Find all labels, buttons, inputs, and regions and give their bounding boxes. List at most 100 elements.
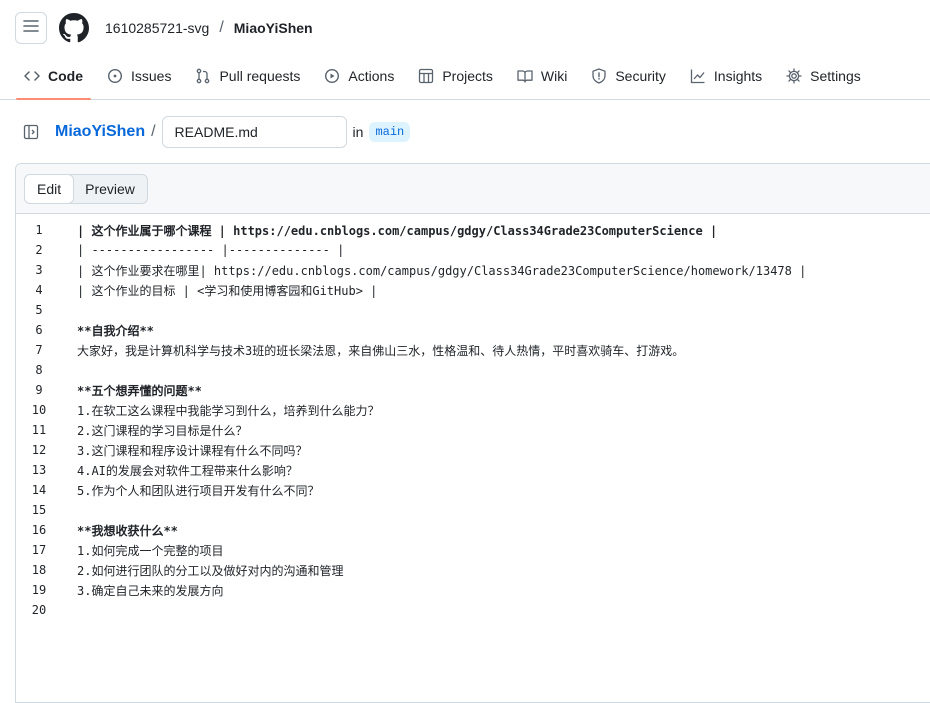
line-number: 9 (35, 383, 43, 397)
code-line[interactable]: 8 (16, 360, 930, 380)
actions-icon (324, 68, 340, 84)
code-line[interactable]: 10 1.在软工这么课程中我能学习到什么，培养到什么能力？ (16, 400, 930, 420)
code-line[interactable]: 5 (16, 300, 930, 320)
tab-edit[interactable]: Edit (24, 173, 75, 204)
tab-pull-requests-label: Pull requests (219, 68, 301, 84)
line-number: 11 (31, 423, 47, 437)
graph-icon (690, 68, 706, 84)
owner-link[interactable]: 1610285721-svg (105, 20, 209, 36)
code-line[interactable]: 9 **五个想弄懂的问题** (16, 380, 930, 400)
tab-wiki[interactable]: Wiki (509, 56, 575, 96)
code-line[interactable]: 11 2.这门课程的学习目标是什么？ (16, 420, 930, 440)
line-number: 18 (31, 563, 47, 577)
line-number: 7 (35, 343, 43, 357)
code-line[interactable]: 17 1.如何完成一个完整的项目 (16, 540, 930, 560)
editor-header: Edit Preview (16, 164, 930, 214)
line-number: 8 (35, 363, 43, 377)
top-header: 1610285721-svg / MiaoYiShen (0, 0, 930, 56)
file-path-row: MiaoYiShen / in main (0, 100, 930, 164)
line-number: 6 (35, 323, 43, 337)
line-text: **自我介绍** (77, 323, 154, 338)
code-area[interactable]: 1 | 这个作业属于哪个课程 | https://edu.cnblogs.com/… (16, 214, 930, 620)
line-text: 5.作为个人和团队进行项目开发有什么不同？ (77, 483, 320, 498)
line-number: 5 (35, 303, 43, 317)
tab-actions-label: Actions (348, 68, 395, 84)
code-line[interactable]: 1 | 这个作业属于哪个课程 | https://edu.cnblogs.com/… (16, 220, 930, 240)
code-line[interactable]: 2 | ----------------- |-------------- | (16, 240, 930, 260)
line-text: 1.如何完成一个完整的项目 (77, 543, 224, 558)
code-line[interactable]: 16 **我想收获什么** (16, 520, 930, 540)
breadcrumb-separator: / (219, 19, 224, 36)
sidebar-expand-icon[interactable] (22, 123, 40, 141)
gear-icon (786, 68, 802, 84)
filename-input[interactable] (161, 116, 347, 148)
line-text: | ----------------- |-------------- | (77, 243, 345, 257)
code-line[interactable]: 20 (16, 600, 930, 620)
tab-code-label: Code (48, 68, 83, 84)
line-text: 1.在软工这么课程中我能学习到什么，培养到什么能力？ (77, 403, 380, 418)
tab-code[interactable]: Code (16, 56, 91, 100)
path-repo-link[interactable]: MiaoYiShen (55, 123, 145, 141)
tab-projects-label: Projects (442, 68, 493, 84)
line-number: 15 (31, 503, 47, 517)
tab-preview[interactable]: Preview (73, 175, 147, 203)
code-line[interactable]: 13 4.AI的发展会对软件工程带来什么影响？ (16, 460, 930, 480)
code-line[interactable]: 3 | 这个作业要求在哪里| https://edu.cnblogs.com/ca… (16, 260, 930, 280)
line-text: | 这个作业的目标 | <学习和使用博客园和GitHub> | (77, 283, 378, 298)
line-number: 12 (31, 443, 47, 457)
github-logo-icon[interactable] (59, 12, 91, 44)
line-number: 3 (35, 263, 43, 277)
tab-issues-label: Issues (131, 68, 172, 84)
line-number: 19 (31, 583, 47, 597)
code-line[interactable]: 7 大家好，我是计算机科学与技术3班的班长梁法恩，来自佛山三水，性格温和、待人热情… (16, 340, 930, 360)
line-text: | 这个作业要求在哪里| https://edu.cnblogs.com/cam… (77, 263, 807, 278)
repo-nav: Code Issues Pull requests Actions Projec… (0, 56, 930, 100)
line-text: | 这个作业属于哪个课程 | https://edu.cnblogs.com/c… (77, 223, 718, 238)
repo-link[interactable]: MiaoYiShen (234, 20, 313, 36)
tab-insights-label: Insights (713, 68, 763, 84)
editor-tabs: Edit Preview (24, 173, 148, 204)
branch-badge[interactable]: main (369, 122, 411, 142)
tab-insights[interactable]: Insights (682, 56, 770, 96)
line-text: **五个想弄懂的问题** (77, 383, 202, 398)
pull-request-icon (195, 68, 211, 84)
tab-settings[interactable]: Settings (778, 56, 869, 96)
file-editor: Edit Preview 1 | 这个作业属于哪个课程 | https://edu… (15, 163, 930, 703)
line-text: 2.这门课程的学习目标是什么？ (77, 423, 248, 438)
line-number: 13 (31, 463, 47, 477)
tab-wiki-label: Wiki (540, 68, 568, 84)
line-number: 17 (31, 543, 47, 557)
code-line[interactable]: 4 | 这个作业的目标 | <学习和使用博客园和GitHub> | (16, 280, 930, 300)
tab-settings-label: Settings (810, 68, 861, 84)
tab-projects[interactable]: Projects (410, 56, 501, 96)
line-text: 大家好，我是计算机科学与技术3班的班长梁法恩，来自佛山三水，性格温和、待人热情，… (77, 343, 685, 358)
shield-icon (591, 68, 607, 84)
line-number: 16 (31, 523, 47, 537)
line-number: 14 (31, 483, 47, 497)
code-line[interactable]: 6 **自我介绍** (16, 320, 930, 340)
line-text: **我想收获什么** (77, 523, 178, 538)
code-line[interactable]: 18 2.如何进行团队的分工以及做好对内的沟通和管理 (16, 560, 930, 580)
tab-actions[interactable]: Actions (316, 56, 402, 96)
line-number: 1 (35, 223, 43, 237)
tab-security-label: Security (615, 68, 666, 84)
tab-security[interactable]: Security (583, 56, 674, 96)
line-number: 4 (35, 283, 43, 297)
tab-pull-requests[interactable]: Pull requests (187, 56, 308, 96)
line-number: 10 (31, 403, 47, 417)
projects-icon (418, 68, 434, 84)
line-number: 2 (35, 243, 43, 257)
in-label: in (352, 124, 364, 140)
line-number: 20 (31, 603, 47, 617)
code-line[interactable]: 14 5.作为个人和团队进行项目开发有什么不同？ (16, 480, 930, 500)
menu-button[interactable] (15, 12, 47, 44)
line-text: 3.这门课程和程序设计课程有什么不同吗？ (77, 443, 308, 458)
code-line[interactable]: 19 3.确定自己未来的发展方向 (16, 580, 930, 600)
wiki-icon (517, 68, 533, 84)
issue-icon (107, 68, 123, 84)
code-line[interactable]: 15 (16, 500, 930, 520)
tab-issues[interactable]: Issues (99, 56, 179, 96)
line-text: 4.AI的发展会对软件工程带来什么影响？ (77, 463, 298, 478)
code-line[interactable]: 12 3.这门课程和程序设计课程有什么不同吗？ (16, 440, 930, 460)
hamburger-icon (23, 18, 39, 39)
